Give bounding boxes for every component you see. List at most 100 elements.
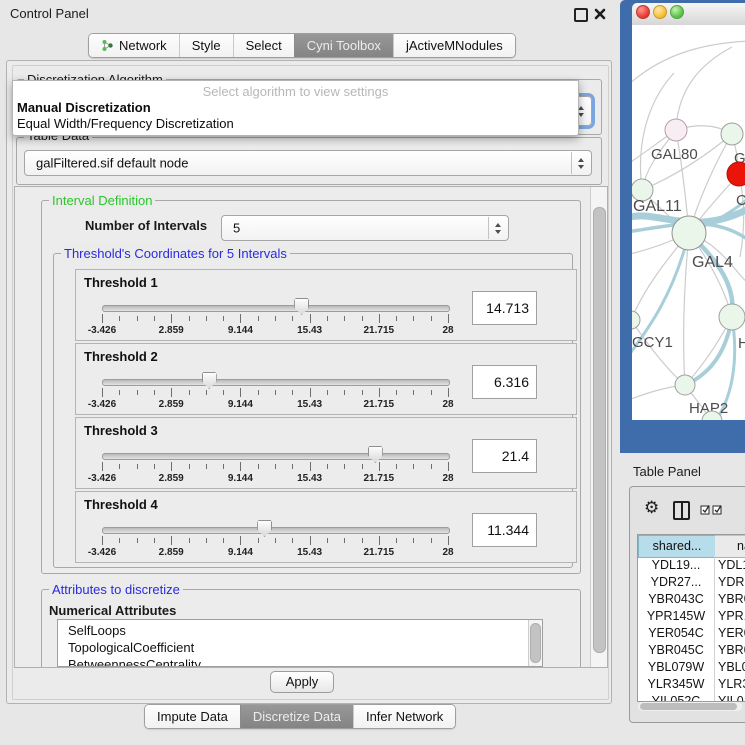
column-layout-icon[interactable]: [673, 501, 690, 520]
threshold-value-field[interactable]: 14.713: [472, 291, 537, 325]
algorithm-option-equal-width[interactable]: Equal Width/Frequency Discretization: [17, 116, 234, 131]
table-row[interactable]: YDL19...YDL1: [638, 557, 745, 574]
column-header-name[interactable]: na: [715, 535, 745, 558]
slider-tick-label: 9.144: [228, 473, 253, 484]
node-attribute-table[interactable]: shared... na YDL19...YDL1YDR27...YDR2YBR…: [637, 534, 745, 702]
network-node-label: C: [736, 192, 745, 209]
threshold-panel-2: Threshold 2-3.4262.8599.14415.4321.71528…: [75, 343, 577, 415]
algorithm-placeholder-item[interactable]: Select algorithm to view settings: [13, 84, 578, 99]
network-node-gal80[interactable]: [665, 119, 687, 141]
threshold-slider-thumb[interactable]: [202, 372, 217, 389]
slider-tick: [223, 316, 224, 321]
algorithm-option-manual[interactable]: Manual Discretization: [17, 100, 151, 115]
mac-close-button[interactable]: [636, 5, 650, 19]
slider-tick: [240, 388, 241, 397]
mac-minimize-button[interactable]: [653, 5, 667, 19]
threshold-slider-track[interactable]: [102, 305, 450, 312]
mode-tab-discretize-data-label: Discretize Data: [253, 709, 341, 724]
network-canvas[interactable]: GAL80GACGAL11GAL4GCY1HHAP2: [632, 25, 745, 420]
slider-tick: [223, 390, 224, 395]
number-of-intervals-spinner[interactable]: 5: [221, 215, 509, 241]
slider-tick: [240, 314, 241, 323]
slider-tick: [102, 388, 103, 397]
table-row[interactable]: YBR045CYBR0: [638, 642, 745, 659]
threshold-slider-track[interactable]: [102, 527, 450, 534]
slider-tick: [431, 390, 432, 395]
slider-tick: [137, 538, 138, 543]
settings-scrollbar-thumb[interactable]: [593, 207, 606, 653]
table-row[interactable]: YER054CYER0: [638, 625, 745, 642]
network-node-ga[interactable]: [721, 123, 743, 145]
slider-tick: [275, 390, 276, 395]
tab-style[interactable]: Style: [179, 34, 233, 57]
apply-button[interactable]: Apply: [270, 671, 334, 693]
slider-tick: [258, 464, 259, 469]
slider-tick-label: 2.859: [159, 325, 184, 336]
list-scrollbar-thumb[interactable]: [530, 623, 541, 663]
slider-tick: [327, 316, 328, 321]
combo-stepper-icon[interactable]: [571, 152, 590, 174]
table-row[interactable]: YIL052CYIL0: [638, 693, 745, 701]
threshold-value-field[interactable]: 21.4: [472, 439, 537, 473]
mac-zoom-button[interactable]: [670, 5, 684, 19]
network-node-hap2[interactable]: [675, 375, 695, 395]
tab-style-label: Style: [192, 38, 221, 53]
table-settings-gear-icon[interactable]: ⚙: [644, 500, 659, 517]
slider-tick: [344, 316, 345, 321]
network-node-c[interactable]: [727, 162, 745, 186]
slider-tick: [223, 538, 224, 543]
network-node-gal4[interactable]: [672, 216, 706, 250]
table-data-combo[interactable]: galFiltered.sif default node: [24, 150, 592, 176]
slider-tick: [240, 536, 241, 545]
slider-tick: [275, 464, 276, 469]
cell-name: YBR0: [718, 642, 745, 659]
network-node-gcy1[interactable]: [632, 311, 640, 329]
network-node-h[interactable]: [719, 304, 745, 330]
threshold-slider-track[interactable]: [102, 453, 450, 460]
numerical-attributes-list[interactable]: SelfLoops TopologicalCoefficient Betweenne…: [57, 619, 543, 667]
threshold-value-field[interactable]: 6.316: [472, 365, 537, 399]
slider-tick: [327, 390, 328, 395]
table-row[interactable]: YBR043CYBR0: [638, 591, 745, 608]
mode-tab-discretize-data[interactable]: Discretize Data: [240, 705, 353, 728]
column-header-shared-name[interactable]: shared...: [638, 535, 716, 558]
threshold-slider-thumb[interactable]: [257, 520, 272, 537]
deselect-all-checkbox-icon[interactable]: [712, 503, 723, 521]
mode-tab-impute-data[interactable]: Impute Data: [145, 705, 240, 728]
tab-network[interactable]: Network: [89, 34, 179, 57]
attribute-item-betweennesscentrality[interactable]: BetweennessCentrality: [68, 657, 201, 667]
table-horizontal-scrollbar[interactable]: [638, 702, 742, 711]
threshold-value-field[interactable]: 11.344: [472, 513, 537, 547]
table-row[interactable]: YBL079WYBL0: [638, 659, 745, 676]
control-panel-tab-bar: Network Style SelectCyni ToolboxjActiveMNo…: [88, 33, 516, 58]
threshold-slider-thumb[interactable]: [294, 298, 309, 315]
threshold-slider-thumb[interactable]: [368, 446, 383, 463]
spinner-stepper-icon[interactable]: [488, 217, 507, 239]
slider-tick-label: 9.144: [228, 547, 253, 558]
list-scrollbar[interactable]: [528, 620, 542, 666]
attribute-item-topologicalcoefficient[interactable]: TopologicalCoefficient: [68, 640, 194, 655]
slider-tick: [448, 462, 449, 471]
close-panel-button[interactable]: [594, 7, 606, 19]
tab-cyni-toolbox[interactable]: Cyni Toolbox: [294, 34, 393, 57]
float-window-button[interactable]: [574, 8, 588, 22]
slider-tick: [258, 538, 259, 543]
table-row[interactable]: YDR27...YDR2: [638, 574, 745, 591]
table-row[interactable]: YPR145WYPR1: [638, 608, 745, 625]
attribute-item-selfloops[interactable]: SelfLoops: [68, 623, 126, 638]
slider-tick: [102, 314, 103, 323]
slider-tick: [379, 536, 380, 545]
threshold-slider-track[interactable]: [102, 379, 450, 386]
mode-tab-infer-network[interactable]: Infer Network: [353, 705, 455, 728]
slider-tick-label: 21.715: [364, 399, 395, 410]
cell-shared-name: YDR27...: [638, 574, 714, 591]
tab-select[interactable]: Select: [233, 34, 294, 57]
tab-jactivemnodules[interactable]: jActiveMNodules: [393, 34, 515, 57]
settings-scrollbar[interactable]: [590, 187, 607, 667]
slider-tick: [206, 390, 207, 395]
table-hscrollbar-thumb[interactable]: [640, 703, 737, 710]
table-row[interactable]: YLR345WYLR3: [638, 676, 745, 693]
thresholds-group-title: Threshold's Coordinates for 5 Intervals: [61, 246, 290, 261]
select-all-checkbox-icon[interactable]: [700, 503, 711, 521]
cell-name: YDL1: [718, 557, 745, 574]
